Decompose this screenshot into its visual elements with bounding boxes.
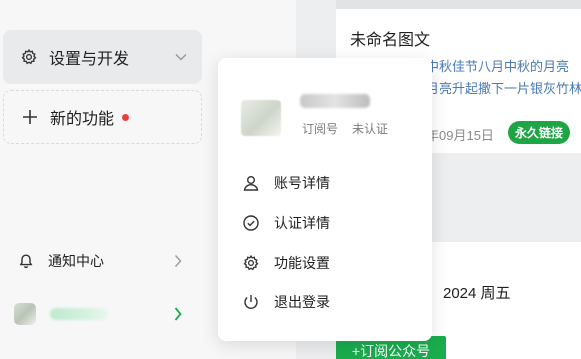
new-feature-menu[interactable]: 新的功能 xyxy=(3,90,202,144)
account-popup: 订阅号 未认证 账号详情 认证详情 功能设置 退出登录 xyxy=(218,58,432,341)
settings-dev-menu[interactable]: 设置与开发 xyxy=(3,30,202,84)
chevron-right-icon xyxy=(172,306,184,322)
account-details-item[interactable]: 账号详情 xyxy=(242,172,330,194)
avatar xyxy=(241,100,281,136)
account-switcher[interactable] xyxy=(14,298,190,330)
article-title: 未命名图文 xyxy=(350,32,431,49)
verify-status: 未认证 xyxy=(352,122,389,136)
gear-icon xyxy=(20,48,38,66)
chevron-right-icon xyxy=(172,254,184,268)
plus-icon xyxy=(21,108,39,126)
menu-item-label: 账号详情 xyxy=(274,175,330,191)
account-type: 订阅号 xyxy=(302,122,339,136)
article-excerpt-line1: 中秋佳节八月中秋的月亮 xyxy=(426,59,570,74)
chevron-down-icon xyxy=(174,50,188,64)
avatar xyxy=(14,303,36,325)
notification-dot xyxy=(122,113,130,121)
menu-item-label: 认证详情 xyxy=(274,215,330,231)
article-date: 年09月15日 xyxy=(426,128,494,143)
notification-center[interactable]: 通知中心 xyxy=(18,247,188,275)
bell-icon xyxy=(18,253,34,269)
account-name-redacted xyxy=(50,308,108,320)
verification-details-item[interactable]: 认证详情 xyxy=(242,212,330,234)
feature-settings-item[interactable]: 功能设置 xyxy=(242,252,330,274)
power-icon xyxy=(242,293,260,311)
new-feature-label: 新的功能 xyxy=(50,111,115,128)
check-circle-icon xyxy=(242,214,260,232)
menu-item-label: 退出登录 xyxy=(274,294,330,310)
account-name-redacted xyxy=(300,94,370,108)
user-icon xyxy=(242,174,260,192)
settings-dev-label: 设置与开发 xyxy=(49,51,130,68)
menu-item-label: 功能设置 xyxy=(274,255,330,271)
gear-icon xyxy=(242,254,260,272)
notification-center-label: 通知中心 xyxy=(48,253,104,269)
date-text: 2024 周五 xyxy=(443,285,511,302)
logout-item[interactable]: 退出登录 xyxy=(242,291,330,313)
article-excerpt-line2: 月亮升起撒下一片银灰竹林 xyxy=(426,81,581,96)
permanent-link-badge[interactable]: 永久链接 xyxy=(508,121,571,144)
account-meta: 订阅号 未认证 xyxy=(302,120,388,137)
